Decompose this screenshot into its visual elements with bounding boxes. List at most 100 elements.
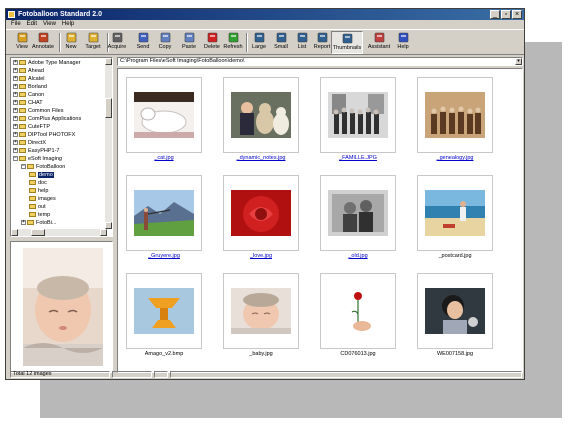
- scroll-left-button[interactable]: [11, 229, 18, 236]
- expand-icon[interactable]: +: [13, 132, 18, 138]
- tree-item[interactable]: + FotoBi...: [21, 219, 56, 227]
- thumbnail-item[interactable]: CD076013.jpg: [318, 271, 398, 363]
- collapse-icon[interactable]: −: [13, 156, 18, 162]
- tree-item[interactable]: demo: [29, 171, 54, 179]
- menu-file[interactable]: File: [11, 20, 21, 29]
- thumbnail-caption[interactable]: _old.jpg: [318, 253, 398, 260]
- tree-item[interactable]: + CHAT: [13, 99, 43, 107]
- expand-icon[interactable]: +: [13, 92, 18, 98]
- thumbnail-frame[interactable]: [126, 77, 202, 153]
- close-button[interactable]: ×: [512, 10, 522, 19]
- title-bar[interactable]: Fotoballoon Standard 2.0 _ ▫ ×: [6, 9, 524, 20]
- scroll-up-button[interactable]: [105, 58, 112, 65]
- toolbar-button-help[interactable]: Help: [390, 31, 416, 54]
- scroll-right-button[interactable]: [100, 229, 107, 236]
- tree-item[interactable]: + Canon: [13, 91, 44, 99]
- maximize-button[interactable]: ▫: [501, 10, 511, 19]
- thumbnail-frame[interactable]: [417, 175, 493, 251]
- expand-icon[interactable]: +: [13, 60, 18, 66]
- folder-tree[interactable]: + FotoBi... temp out images help doc demo − FotoB…: [10, 57, 113, 237]
- scroll-thumb[interactable]: [105, 98, 112, 118]
- thumbnail-item[interactable]: _dynamic_notes.jpg: [221, 75, 301, 167]
- tree-item[interactable]: + EasyPHP1-7: [13, 147, 60, 155]
- folder-icon: [29, 180, 36, 186]
- thumbnail-caption[interactable]: _cat.jpg: [124, 155, 204, 162]
- tree-item[interactable]: + DIPTool PHOTOFX: [13, 131, 75, 139]
- minimize-button[interactable]: _: [490, 10, 500, 19]
- toolbar-button-thumbnails[interactable]: Thumbnails: [331, 31, 363, 54]
- menu-edit[interactable]: Edit: [27, 20, 37, 29]
- menu-help[interactable]: Help: [62, 20, 74, 29]
- thumbnail-caption[interactable]: _love.jpg: [221, 253, 301, 260]
- thumbnail-frame[interactable]: [417, 273, 493, 349]
- thumbnail-caption[interactable]: _Gruyere.jpg: [124, 253, 204, 260]
- expand-icon[interactable]: +: [13, 140, 18, 146]
- thumbnail-item[interactable]: WE007158.jpg: [415, 271, 495, 363]
- toolbar-button-annotate[interactable]: Annotate: [30, 31, 56, 54]
- folder-icon: [29, 204, 36, 210]
- tree-vertical-scrollbar[interactable]: [105, 58, 112, 229]
- thumbnail-frame[interactable]: [320, 77, 396, 153]
- tree-item[interactable]: temp: [29, 211, 50, 219]
- chevron-down-icon[interactable]: ▾: [515, 58, 522, 65]
- tree-item[interactable]: help: [29, 187, 48, 195]
- expand-icon[interactable]: +: [13, 124, 18, 130]
- expand-icon[interactable]: +: [13, 116, 18, 122]
- scroll-thumb[interactable]: [31, 229, 45, 236]
- tree-item[interactable]: + ComPlus Applications: [13, 115, 81, 123]
- thumbnail-frame[interactable]: [320, 175, 396, 251]
- thumbnail-item[interactable]: _love.jpg: [221, 173, 301, 265]
- tree-item[interactable]: + CuteFTP: [13, 123, 50, 131]
- expand-icon[interactable]: +: [21, 220, 26, 226]
- expand-icon[interactable]: +: [13, 68, 18, 74]
- toolbar-button-copy[interactable]: Copy: [152, 31, 178, 54]
- tree-item[interactable]: + Borland: [13, 83, 47, 91]
- path-combobox[interactable]: C:\Program Files\eSoft Imaging\FotoBallo…: [117, 57, 523, 66]
- thumbnail-frame[interactable]: [223, 175, 299, 251]
- scroll-down-button[interactable]: [105, 222, 112, 229]
- menu-view[interactable]: View: [43, 20, 56, 29]
- thumbnail-item[interactable]: _Gruyere.jpg: [124, 173, 204, 265]
- expand-icon[interactable]: +: [13, 148, 18, 154]
- thumbnail-frame[interactable]: [126, 273, 202, 349]
- app-icon[interactable]: [8, 11, 15, 18]
- expand-icon[interactable]: +: [13, 100, 18, 106]
- thumbnail-item[interactable]: _baby.jpg: [221, 271, 301, 363]
- thumbnail-caption[interactable]: _dynamic_notes.jpg: [221, 155, 301, 162]
- thumbnail-frame[interactable]: [223, 273, 299, 349]
- thumbnail-item[interactable]: _FAMILLE.JPG: [318, 75, 398, 167]
- tree-item[interactable]: + DirectX: [13, 139, 46, 147]
- tree-item-label: Adobe Type Manager: [28, 60, 81, 66]
- toolbar-button-assistant[interactable]: Assistant: [366, 31, 392, 54]
- thumbnail-item[interactable]: _old.jpg: [318, 173, 398, 265]
- thumbnail-caption[interactable]: _genealogy.jpg: [415, 155, 495, 162]
- tree-item[interactable]: + Alcatel: [13, 75, 45, 83]
- tree-item[interactable]: images: [29, 195, 56, 203]
- thumbnail-caption[interactable]: _FAMILLE.JPG: [318, 155, 398, 162]
- thumbnail-item[interactable]: _genealogy.jpg: [415, 75, 495, 167]
- tree-item[interactable]: + Ahead: [13, 67, 44, 75]
- tree-item-label: Canon: [28, 92, 45, 98]
- toolbar-button-target[interactable]: Target: [80, 31, 106, 54]
- thumbnail-image: [328, 288, 388, 334]
- thumbnail-frame[interactable]: [417, 77, 493, 153]
- toolbar-button-acquire[interactable]: Acquire: [104, 31, 130, 54]
- tree-item[interactable]: + Common Files: [13, 107, 63, 115]
- thumbnail-frame[interactable]: [320, 273, 396, 349]
- tree-item[interactable]: + Adobe Type Manager: [13, 59, 81, 67]
- expand-icon[interactable]: +: [13, 76, 18, 82]
- tree-item[interactable]: − FotoBalloon: [21, 163, 65, 171]
- thumbnail-item[interactable]: Amago_v2.bmp: [124, 271, 204, 363]
- toolbar-button-refresh[interactable]: Refresh: [220, 31, 246, 54]
- expand-icon[interactable]: +: [13, 108, 18, 114]
- expand-icon[interactable]: +: [13, 84, 18, 90]
- tree-horizontal-scrollbar[interactable]: [11, 229, 107, 236]
- thumbnail-frame[interactable]: [126, 175, 202, 251]
- tree-item[interactable]: − eSoft Imaging: [13, 155, 62, 163]
- tree-item[interactable]: out: [29, 203, 46, 211]
- thumbnail-item[interactable]: _postcard.jpg: [415, 173, 495, 265]
- thumbnail-frame[interactable]: [223, 77, 299, 153]
- collapse-icon[interactable]: −: [21, 164, 26, 170]
- thumbnail-item[interactable]: _cat.jpg: [124, 75, 204, 167]
- tree-item[interactable]: doc: [29, 179, 47, 187]
